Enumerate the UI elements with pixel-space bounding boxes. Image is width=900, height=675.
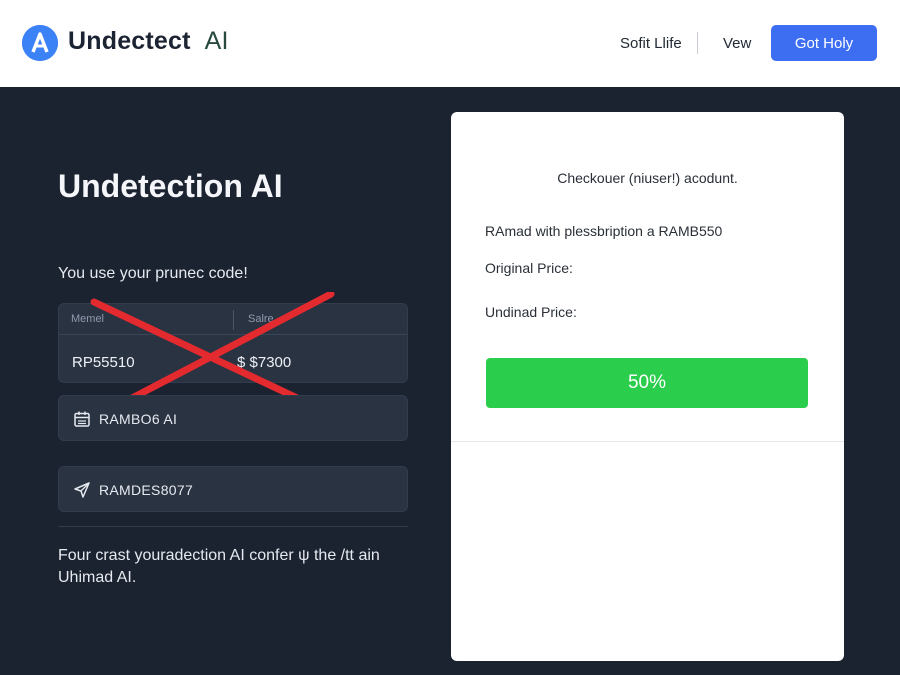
hero-subtitle: You use your prunec code! — [58, 265, 248, 282]
section-divider — [58, 526, 408, 527]
nav-link-view[interactable]: Vew — [723, 35, 751, 52]
send-arrow-icon — [73, 481, 91, 499]
brand-name-text: Undectect — [68, 27, 191, 55]
calendar-icon — [73, 410, 91, 428]
promo-code-field-ramdes[interactable]: RAMDES8077 — [58, 466, 408, 512]
footer-description: Four crast youradection AI confer ψ the … — [58, 547, 380, 586]
a-logo-icon[interactable] — [22, 25, 58, 61]
checkout-title: Checkouer (niuser!) acodunt. — [557, 170, 738, 186]
got-holy-button[interactable]: Got Holy — [771, 25, 877, 61]
promo-code-label: RAMBO6 AI — [99, 411, 178, 427]
brand-name[interactable]: Undectect AI — [68, 27, 229, 56]
nav-link-soft-life[interactable]: Sofit Llife — [620, 35, 682, 52]
undinad-price-label: Undinad Price: — [485, 304, 577, 320]
checkout-divider — [451, 441, 844, 442]
discount-button[interactable]: 50% — [486, 358, 808, 408]
brand-suffix: AI — [204, 27, 229, 55]
checkout-panel: Checkouer (niuser!) acodunt. RAmad with … — [451, 112, 844, 661]
hero-title: Undetection AI — [58, 168, 283, 204]
promo-code-field-rambo6[interactable]: RAMBO6 AI — [58, 395, 408, 441]
top-navigation-bar: Undectect AI Sofit Llife Vew Got Holy — [0, 0, 900, 87]
original-price-label: Original Price: — [485, 260, 573, 276]
promo-code-label: RAMDES8077 — [99, 482, 194, 498]
nav-separator — [697, 32, 698, 54]
checkout-description: RAmad with plessbription a RAMB550 — [485, 223, 723, 239]
